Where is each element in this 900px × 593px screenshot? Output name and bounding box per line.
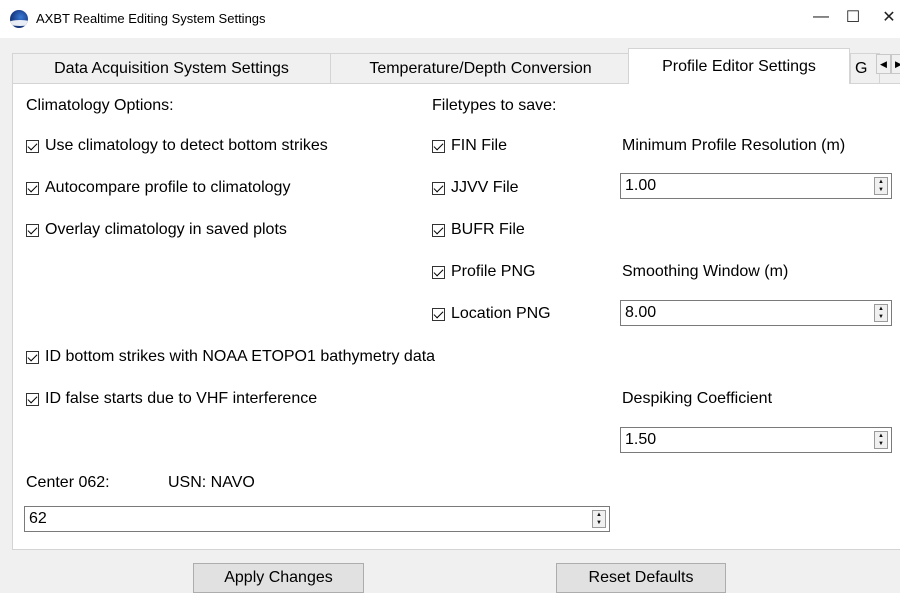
checkbox-location-png[interactable]: Location PNG — [432, 305, 551, 323]
despiking-value: 1.50 — [625, 431, 657, 448]
checkbox-icon — [432, 223, 445, 237]
center-value: 62 — [29, 510, 47, 527]
reset-defaults-button[interactable]: Reset Defaults — [556, 563, 726, 593]
smoothing-value: 8.00 — [625, 304, 657, 321]
spin-down-icon[interactable]: ▼ — [875, 313, 887, 321]
spin-arrows[interactable]: ▲ ▼ — [874, 177, 888, 195]
checkbox-icon — [26, 223, 39, 237]
tab-scroll-buttons: ◀ ▶ — [876, 54, 900, 74]
resolution-label: Minimum Profile Resolution (m) — [622, 137, 846, 154]
resolution-spinbox[interactable]: 1.00 ▲ ▼ — [620, 173, 892, 199]
checkbox-label: Autocompare profile to climatology — [45, 179, 291, 196]
checkbox-icon — [26, 350, 39, 364]
tab-temperature-depth[interactable]: Temperature/Depth Conversion — [330, 53, 631, 83]
window-title: AXBT Realtime Editing System Settings — [36, 11, 266, 26]
resolution-value: 1.00 — [625, 177, 657, 194]
checkbox-jjvv-file[interactable]: JJVV File — [432, 179, 519, 197]
checkbox-profile-png[interactable]: Profile PNG — [432, 263, 535, 281]
spin-up-icon[interactable]: ▲ — [875, 305, 887, 313]
checkbox-label: Overlay climatology in saved plots — [45, 221, 287, 238]
checkbox-label: ID bottom strikes with NOAA ETOPO1 bathy… — [45, 348, 436, 365]
spin-arrows[interactable]: ▲ ▼ — [874, 431, 888, 449]
checkbox-icon — [26, 181, 39, 195]
close-button[interactable]: ✕ — [866, 0, 900, 34]
tab-bar: Data Acquisition System Settings Tempera… — [12, 48, 900, 84]
checkbox-label: ID false starts due to VHF interference — [45, 390, 318, 407]
checkbox-icon — [432, 139, 445, 153]
spin-arrows[interactable]: ▲ ▼ — [592, 510, 606, 528]
despiking-label: Despiking Coefficient — [622, 390, 773, 407]
app-globe-icon — [10, 10, 28, 28]
checkbox-label: FIN File — [451, 137, 507, 154]
center-name: USN: NAVO — [168, 474, 255, 491]
climatology-heading: Climatology Options: — [26, 97, 174, 114]
checkbox-vhf-interference[interactable]: ID false starts due to VHF interference — [26, 390, 317, 408]
tab-scroll-left-icon[interactable]: ◀ — [876, 54, 891, 74]
checkbox-bathymetry[interactable]: ID bottom strikes with NOAA ETOPO1 bathy… — [26, 348, 435, 366]
smoothing-label: Smoothing Window (m) — [622, 263, 789, 280]
spin-arrows[interactable]: ▲ ▼ — [874, 304, 888, 322]
checkbox-icon — [432, 265, 445, 279]
checkbox-detect-bottom-strikes[interactable]: Use climatology to detect bottom strikes — [26, 137, 328, 155]
checkbox-icon — [432, 181, 445, 195]
checkbox-label: Use climatology to detect bottom strikes — [45, 137, 328, 154]
checkbox-label: BUFR File — [451, 221, 525, 238]
spin-down-icon[interactable]: ▼ — [875, 186, 887, 194]
smoothing-spinbox[interactable]: 8.00 ▲ ▼ — [620, 300, 892, 326]
tab-scroll-right-icon[interactable]: ▶ — [891, 54, 900, 74]
spin-up-icon[interactable]: ▲ — [875, 178, 887, 186]
center-label: Center 062: — [26, 474, 110, 491]
despiking-spinbox[interactable]: 1.50 ▲ ▼ — [620, 427, 892, 453]
checkbox-label: JJVV File — [451, 179, 519, 196]
filetypes-heading: Filetypes to save: — [432, 97, 557, 114]
checkbox-overlay-climatology[interactable]: Overlay climatology in saved plots — [26, 221, 287, 239]
spin-down-icon[interactable]: ▼ — [593, 519, 605, 527]
title-bar: AXBT Realtime Editing System Settings — … — [0, 0, 900, 38]
spin-up-icon[interactable]: ▲ — [875, 432, 887, 440]
spin-down-icon[interactable]: ▼ — [875, 440, 887, 448]
checkbox-label: Location PNG — [451, 305, 551, 322]
checkbox-label: Profile PNG — [451, 263, 536, 280]
checkbox-icon — [26, 139, 39, 153]
apply-changes-button[interactable]: Apply Changes — [193, 563, 364, 593]
center-spinbox[interactable]: 62 ▲ ▼ — [24, 506, 610, 532]
checkbox-fin-file[interactable]: FIN File — [432, 137, 507, 155]
checkbox-autocompare[interactable]: Autocompare profile to climatology — [26, 179, 290, 197]
checkbox-icon — [26, 392, 39, 406]
tab-data-acquisition[interactable]: Data Acquisition System Settings — [12, 53, 331, 83]
tab-profile-editor[interactable]: Profile Editor Settings — [628, 48, 850, 84]
checkbox-bufr-file[interactable]: BUFR File — [432, 221, 525, 239]
spin-up-icon[interactable]: ▲ — [593, 511, 605, 519]
checkbox-icon — [432, 307, 445, 321]
